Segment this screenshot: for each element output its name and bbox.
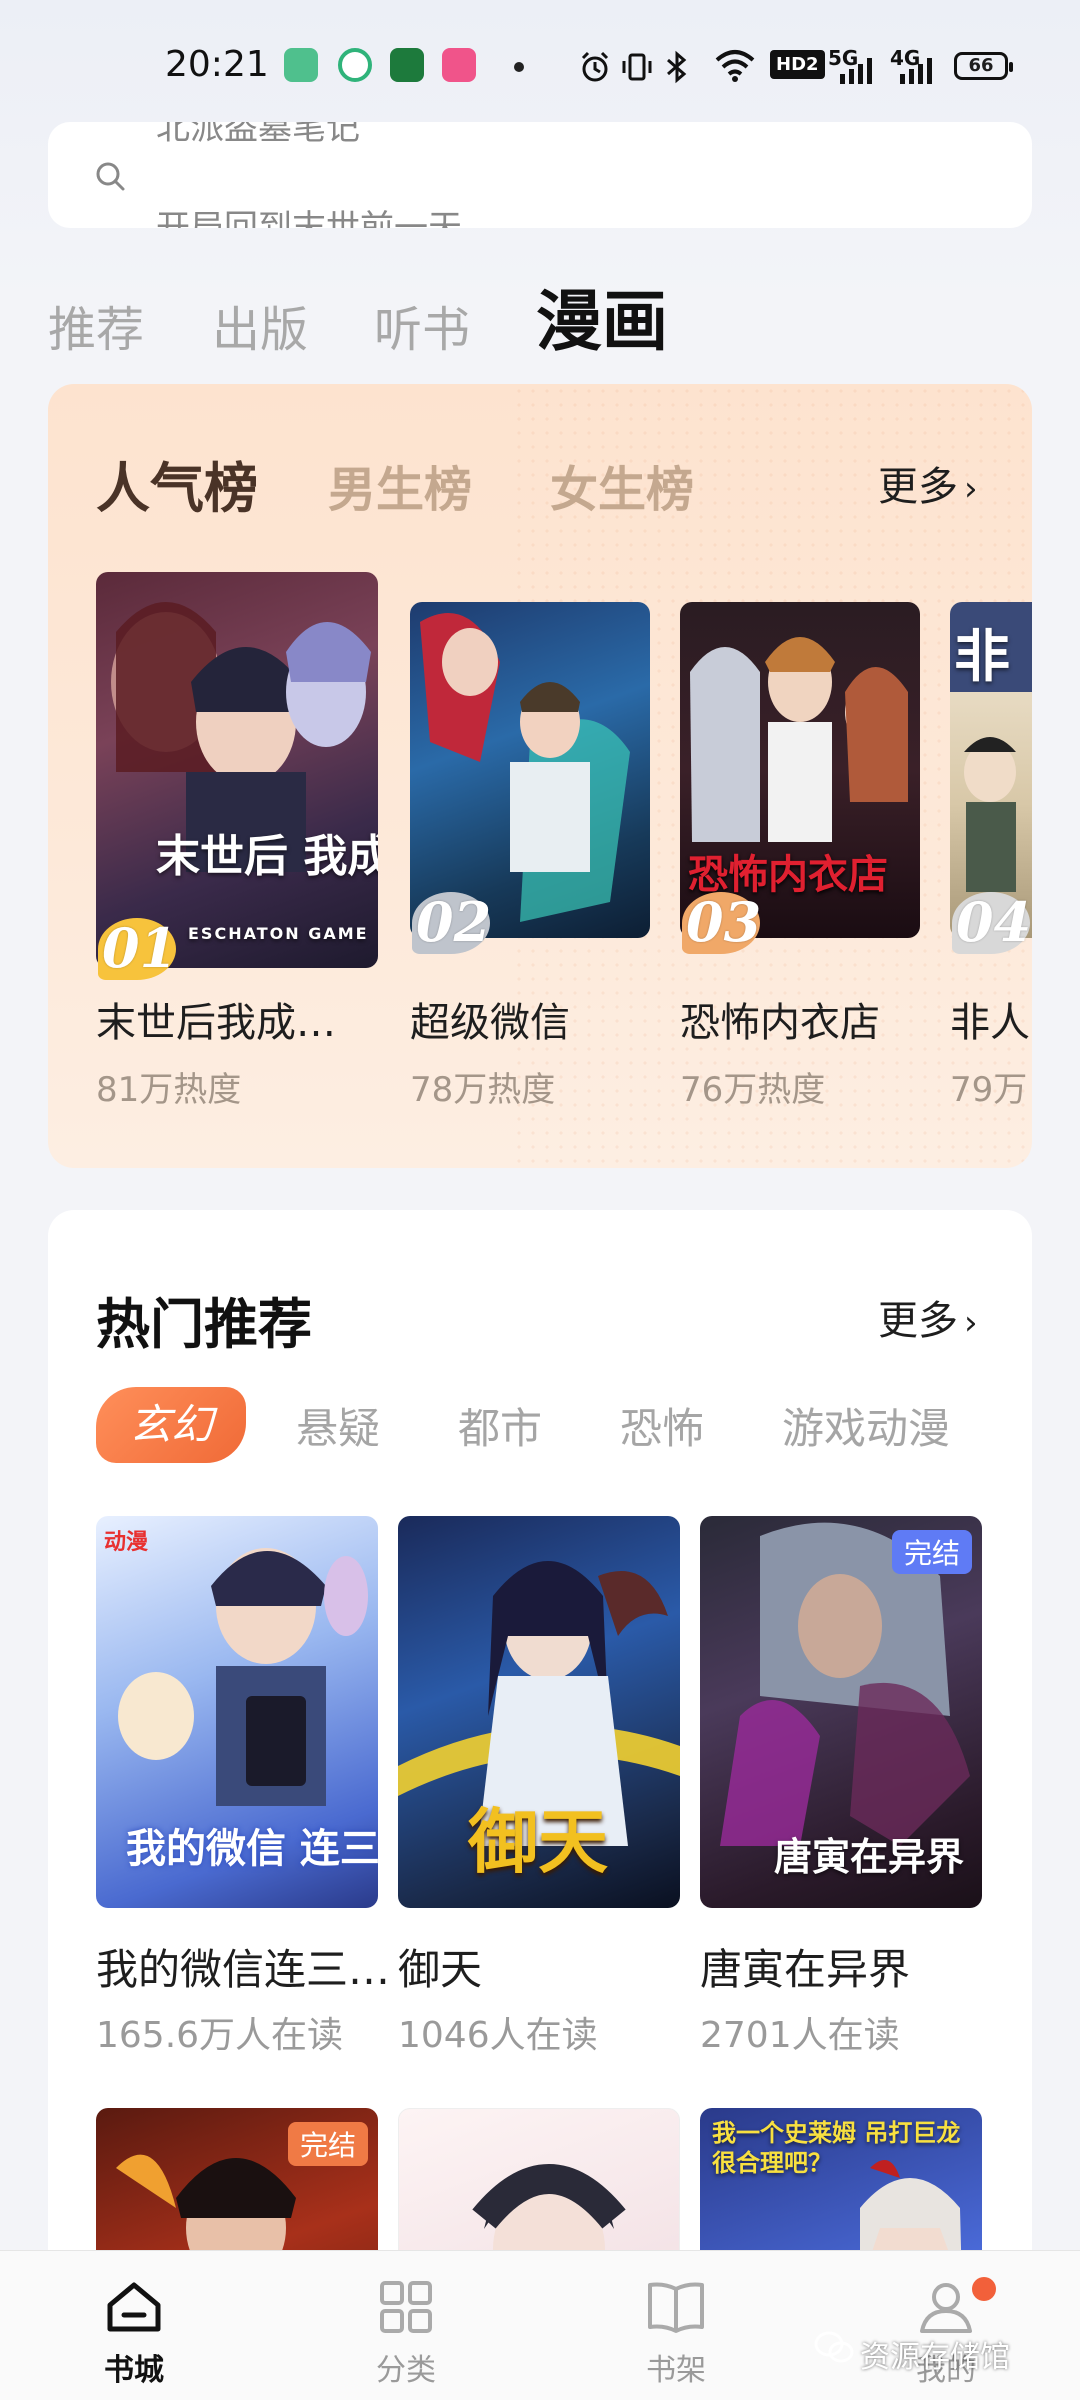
completed-badge: 完结 (891, 1530, 972, 1574)
nav-bookstore[interactable]: 书城 (64, 2265, 204, 2395)
rank-cover-image: 非 (950, 602, 1032, 938)
tab-audiobook[interactable]: 听书 (374, 290, 470, 360)
chevron-right-icon: › (964, 1303, 978, 1343)
nav-bookshelf[interactable]: 书架 (606, 2265, 746, 2395)
user-icon (920, 2283, 972, 2333)
cover-caption: 御天 (468, 1801, 608, 1883)
search-icon (96, 162, 125, 191)
ranking-card: 人气榜 男生榜 女生榜 更多› 末世后 我成3野味 ESCHATON GAME (48, 384, 1032, 1168)
search-hint-next: 开局回到末世前一天 (156, 208, 462, 228)
watermark-text: 资源存储馆 (860, 2340, 1010, 2375)
rank-number: 03 (686, 890, 762, 954)
book-cover-image: 御天 (398, 1516, 680, 1908)
rank-heat: 76万热度 (680, 1070, 826, 1110)
rank-heat: 81万热度 (96, 1070, 242, 1110)
tab-publish[interactable]: 出版 (212, 290, 308, 360)
cover-art (111, 602, 371, 872)
vibrate-icon (622, 53, 652, 81)
book-readers: 1046人在读 (398, 2015, 598, 2056)
chip-fantasy[interactable]: 玄幻 (96, 1387, 246, 1463)
rank-cover-image: 恐怖内衣店 (680, 602, 920, 938)
cover-caption: 非 (954, 625, 1010, 690)
nav-label: 分类 (376, 2353, 436, 2388)
grid-icon (380, 2281, 432, 2333)
search-box[interactable]: 北派盗墓笔记 开局回到末世前一天 (48, 122, 1032, 228)
cover-caption: 我的微信 连三界 (126, 1826, 378, 1872)
rank-heat: 78万热度 (410, 1070, 556, 1110)
rank-number: 01 (102, 916, 178, 980)
cover-caption: 唐寅在异界 (774, 1835, 965, 1879)
sync-app-icon (338, 48, 372, 82)
cover-tag: 动漫 (104, 1530, 149, 1555)
rank-title: 超级微信 (410, 1000, 570, 1046)
hd-voice-badge: HD2 (770, 50, 825, 79)
hot-recommend-title: 热门推荐 (96, 1293, 312, 1356)
signal-5g-icon (840, 58, 872, 84)
rank-title: 末世后我成… (96, 1000, 336, 1046)
signal-4g-icon (900, 58, 932, 84)
book-readers: 2701人在读 (700, 2015, 900, 2056)
alarm-icon (581, 51, 609, 82)
rank-tab-male[interactable]: 男生榜 (328, 450, 472, 520)
wifi-icon (715, 50, 755, 82)
oppo-app-icon (390, 48, 424, 82)
shield-app-icon (284, 48, 318, 82)
search-hint-previous: 北派盗墓笔记 (156, 122, 360, 148)
cover-art (420, 613, 630, 922)
chevron-right-icon: › (964, 469, 978, 509)
completed-badge: 完结 (287, 2122, 368, 2166)
rank-title: 恐怖内衣店 (680, 1000, 880, 1046)
wechat-watermark-icon (814, 2331, 854, 2363)
battery-indicator: 66 (954, 52, 1013, 80)
book-title: 唐寅在异界 (700, 1945, 911, 1994)
home-icon (107, 2282, 161, 2332)
rank-tab-female[interactable]: 女生榜 (550, 450, 694, 520)
tab-comics[interactable]: 漫画 (536, 268, 668, 364)
hot-more-link[interactable]: 更多 › (878, 1288, 978, 1346)
bookstore-page: 20:21 HD2 5G 4G 66 北派盗墓笔记 开局回到末世前一天 推荐 出… (0, 0, 1080, 2400)
rank-tab-popular[interactable]: 人气榜 (96, 444, 258, 523)
more-label: 更多 (878, 1298, 958, 1344)
cover-caption: 我一个史莱姆 吊打巨龙很合理吧？ (712, 2119, 961, 2177)
rank-number: 02 (416, 890, 492, 954)
chip-urban[interactable]: 都市 (458, 1395, 542, 1456)
bilibili-app-icon (442, 48, 476, 82)
chip-mystery[interactable]: 悬疑 (296, 1395, 380, 1456)
notification-dot (972, 2277, 996, 2301)
rank-cover-image: 末世后 我成3野味 ESCHATON GAME (96, 572, 378, 968)
status-time: 20:21 (165, 44, 269, 85)
tab-recommend[interactable]: 推荐 (48, 290, 144, 360)
more-notifications-dot (514, 62, 524, 72)
rank-cover-image (410, 602, 650, 938)
nav-category[interactable]: 分类 (336, 2265, 476, 2395)
ranking-more-link[interactable]: 更多 › (878, 454, 978, 512)
bottom-navigation: 书城 分类 书架 我的 (0, 2250, 1080, 2400)
bluetooth-icon (667, 50, 687, 84)
chip-horror[interactable]: 恐怖 (620, 1395, 704, 1456)
hot-recommend-card: 热门推荐 更多› 玄幻 悬疑 都市 恐怖 游戏动漫 动漫 我的微信 连三界 (48, 1210, 1032, 2400)
nav-label: 书城 (104, 2353, 164, 2388)
book-readers: 165.6万人在读 (96, 2015, 344, 2056)
status-bar: 20:21 HD2 5G 4G 66 (0, 0, 1080, 130)
book-title: 御天 (398, 1945, 483, 1994)
cover-subcaption: ESCHATON GAME (188, 924, 369, 943)
book-cover-image: 完结 唐寅在异界 (700, 1516, 982, 1908)
chip-game-anime[interactable]: 游戏动漫 (782, 1395, 950, 1456)
book-icon (648, 2282, 704, 2333)
rank-number: 04 (956, 890, 1032, 954)
cover-caption: 末世后 我成3野味 (156, 831, 378, 882)
rank-heat: 79万 (950, 1070, 1028, 1110)
more-label: 更多 (878, 464, 958, 510)
book-title: 我的微信连三… (96, 1945, 391, 1994)
book-cover-image: 动漫 我的微信 连三界 (96, 1516, 378, 1908)
rank-title: 非人 (950, 1000, 1030, 1046)
nav-label: 书架 (646, 2353, 706, 2388)
